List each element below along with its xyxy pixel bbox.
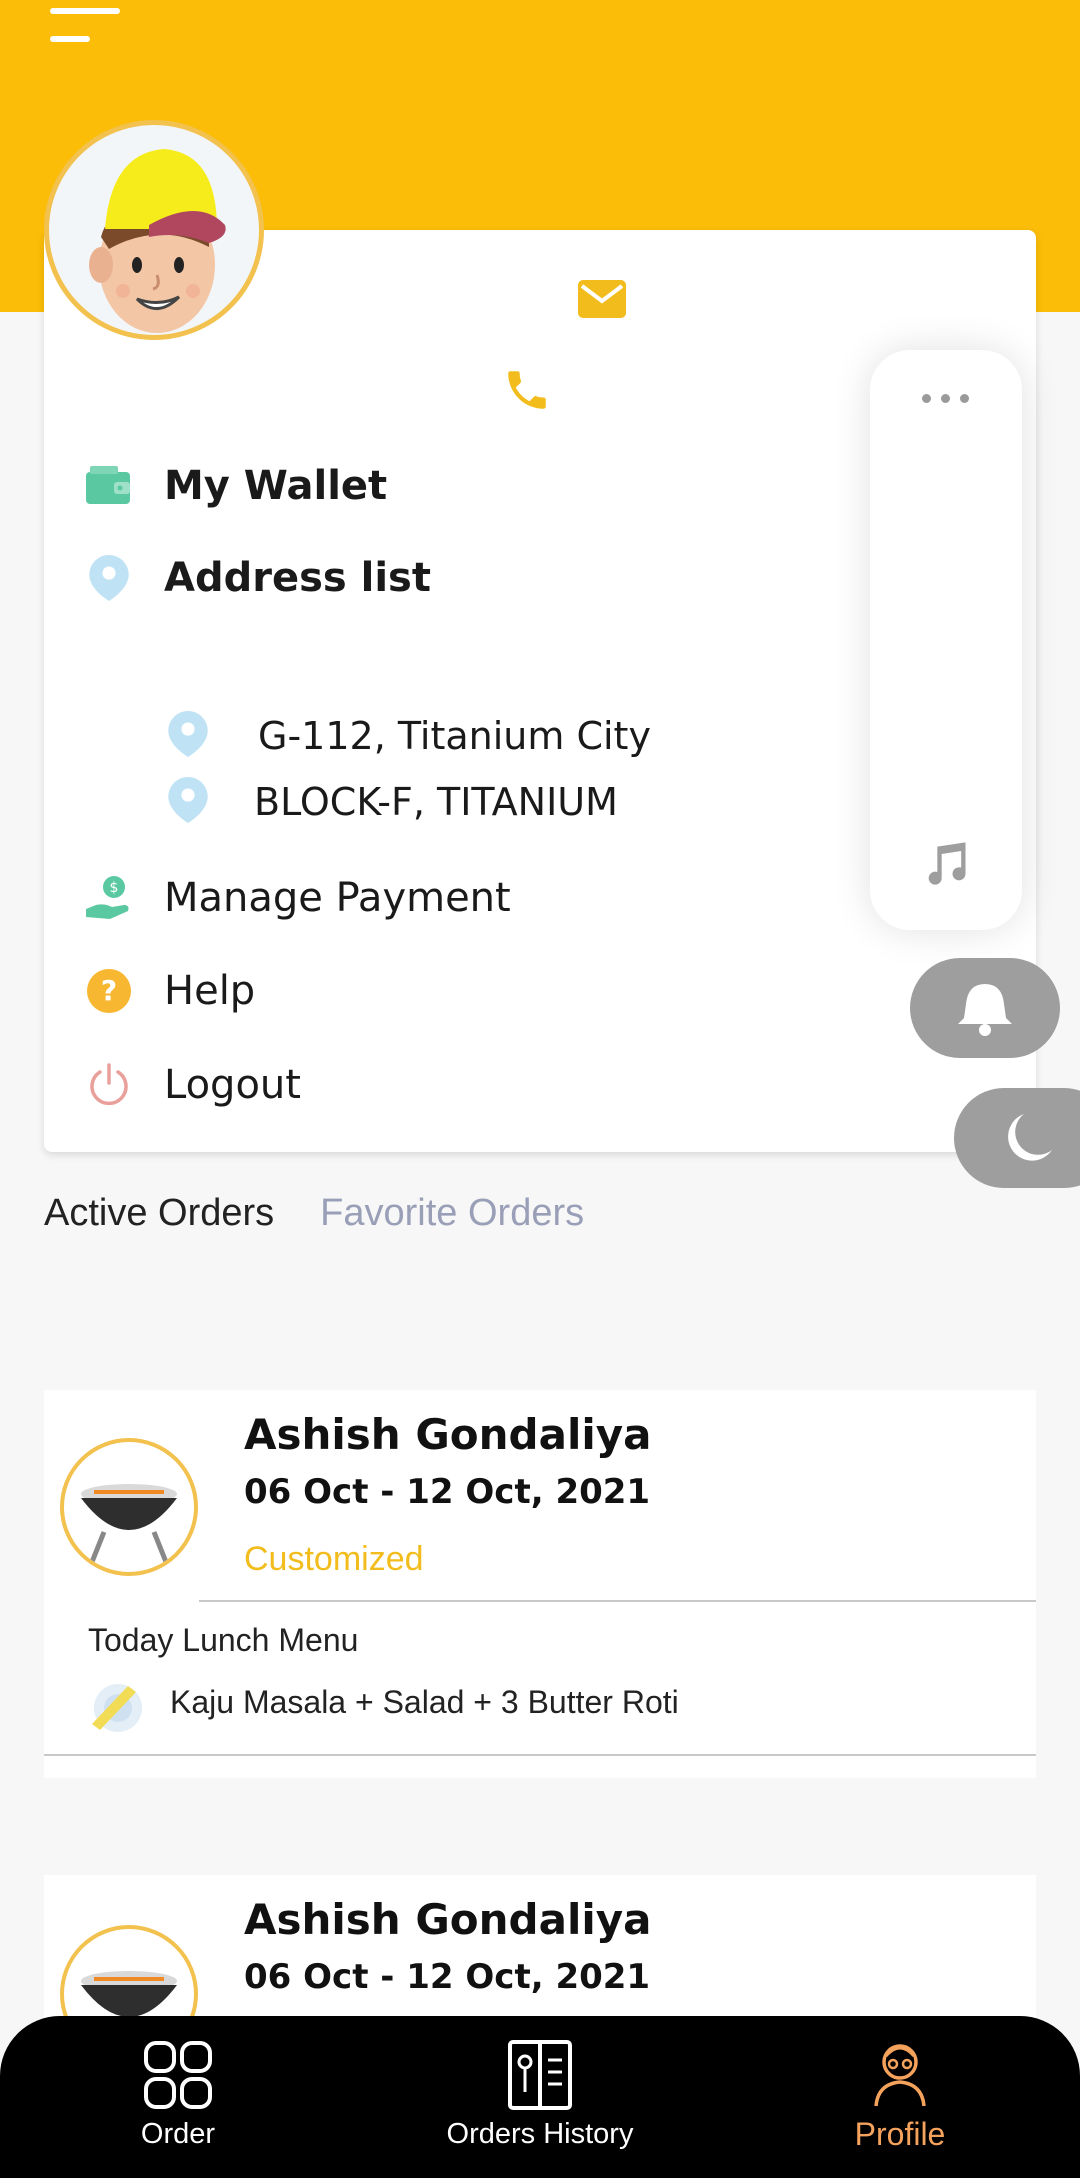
menu-item-manage-payment[interactable]: $ Manage Payment [86,868,511,928]
address-item[interactable]: BLOCK-F, TITANIUM [168,774,618,830]
menu-icon[interactable] [50,6,120,46]
menu-book-icon [508,2040,572,2110]
order-card[interactable]: Ashish Gondaliya 06 Oct - 12 Oct, 2021 C… [44,1390,1036,1778]
wallet-icon [86,463,132,509]
address-item[interactable]: G-112, Titanium City [168,708,651,764]
bottom-navigation: Order Orders History Profile [0,2016,1080,2178]
order-tabs: Active Orders Favorite Orders [44,1192,584,1235]
tab-favorite-orders[interactable]: Favorite Orders [320,1192,584,1235]
bell-icon [958,984,1012,1036]
power-icon [86,1062,132,1108]
menu-title: Today Lunch Menu [88,1622,359,1658]
phone-icon[interactable] [502,365,552,415]
grill-icon [81,1484,177,1563]
nav-item-profile[interactable]: Profile [840,2016,960,2178]
order-date-range: 06 Oct - 12 Oct, 2021 [244,1472,651,1512]
address-text: G-112, Titanium City [258,714,651,758]
menu-item-help[interactable]: ? Help [86,961,255,1021]
dark-mode-toggle[interactable] [954,1088,1080,1188]
menu-item-label: Address list [164,555,431,601]
order-image [60,1438,198,1576]
profile-icon [874,2044,926,2107]
nav-label: Profile [854,2116,946,2152]
order-type-badge: Customized [244,1540,424,1578]
divider [44,1754,1036,1756]
tab-active-orders[interactable]: Active Orders [44,1192,274,1235]
menu-item-label: Logout [164,1062,301,1108]
help-icon: ? [86,968,132,1014]
svg-text:?: ? [101,974,117,1007]
nav-label: Order [140,2118,216,2150]
menu-item-logout[interactable]: Logout [86,1055,301,1115]
order-card[interactable]: Ashish Gondaliya 06 Oct - 12 Oct, 2021 [44,1875,1036,2063]
nav-item-orders-history[interactable]: Orders History [420,2016,660,2178]
menu-items: Kaju Masala + Salad + 3 Butter Roti [170,1684,679,1720]
grid-icon [144,2041,212,2109]
divider [199,1600,1036,1602]
location-pin-icon [168,710,208,762]
order-customer-name: Ashish Gondaliya [244,1410,652,1459]
payment-hand-icon: $ [86,875,132,921]
nav-item-order[interactable]: Order [118,2016,238,2178]
meal-plate-icon [88,1678,144,1734]
music-note-icon[interactable] [920,838,972,890]
menu-item-wallet[interactable]: My Wallet [86,456,387,516]
menu-item-label: Help [164,968,256,1014]
location-pin-icon [168,776,208,828]
location-pin-icon [86,555,132,601]
avatar[interactable] [44,120,264,340]
moon-icon [1008,1114,1052,1161]
mail-icon[interactable] [578,280,626,318]
address-text: BLOCK-F, TITANIUM [254,780,618,824]
nav-label: Orders History [446,2118,634,2150]
menu-item-address-list[interactable]: Address list [86,548,431,608]
more-options-icon[interactable] [922,394,969,403]
menu-item-label: My Wallet [164,463,388,509]
menu-item-label: Manage Payment [164,875,511,921]
svg-text:$: $ [110,880,119,896]
avatar-illustration [89,149,226,333]
notification-toggle[interactable] [910,958,1060,1058]
floating-control-panel [870,350,1022,930]
order-customer-name: Ashish Gondaliya [244,1895,652,1944]
order-date-range: 06 Oct - 12 Oct, 2021 [244,1957,651,1997]
